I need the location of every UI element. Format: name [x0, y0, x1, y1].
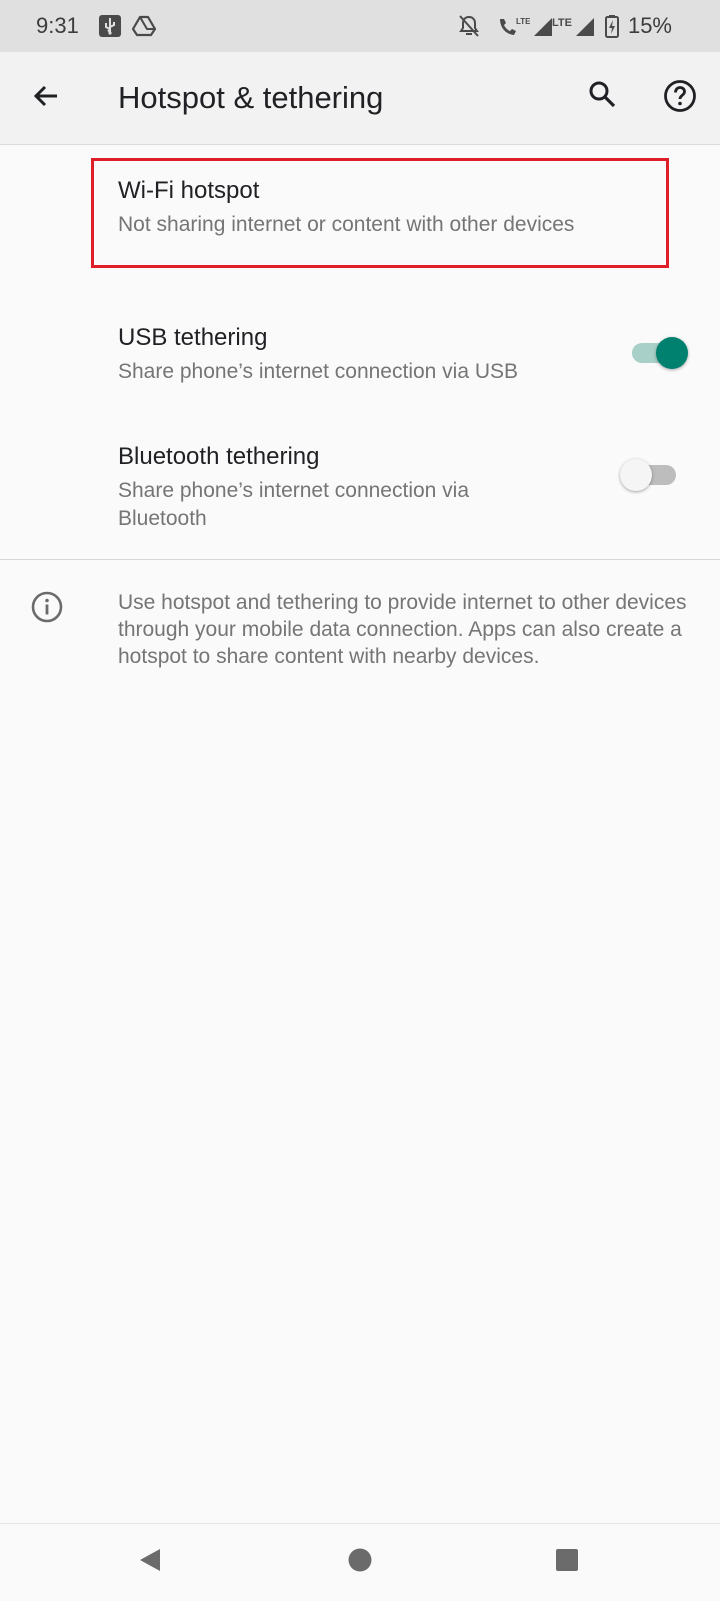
- nav-home-button[interactable]: [336, 1538, 384, 1586]
- search-icon: [587, 79, 617, 114]
- help-button[interactable]: [656, 74, 704, 122]
- bluetooth-tethering-title: Bluetooth tethering: [118, 443, 320, 470]
- bluetooth-tethering-switch[interactable]: [620, 452, 680, 496]
- usb-tethering-switch[interactable]: [628, 330, 688, 374]
- battery-charging-icon: [604, 14, 620, 38]
- help-icon: [663, 79, 697, 118]
- info-icon: [30, 590, 64, 624]
- status-bar: 9:31 LTE LTE 15%: [0, 0, 720, 52]
- highlight-box: [91, 158, 669, 268]
- notifications-off-icon: [456, 14, 482, 38]
- back-arrow-icon: [31, 81, 61, 116]
- nav-back-icon: [135, 1545, 165, 1580]
- nav-recents-icon: [553, 1546, 581, 1579]
- lte-label: LTE: [552, 17, 572, 29]
- status-time: 9:31: [36, 13, 79, 38]
- drive-icon: [131, 14, 157, 38]
- footer-info-text: Use hotspot and tethering to provide int…: [118, 591, 687, 668]
- usb-tethering-title: USB tethering: [118, 324, 268, 351]
- bluetooth-tethering-item[interactable]: Bluetooth tethering Share phone’s intern…: [0, 420, 720, 540]
- nav-recents-button[interactable]: [543, 1538, 591, 1586]
- section-divider: [0, 559, 720, 560]
- volte-label: LTE: [516, 17, 530, 26]
- page-title: Hotspot & tethering: [118, 80, 384, 115]
- signal-icon: [574, 14, 596, 38]
- back-button[interactable]: [22, 74, 70, 122]
- volte-call-icon: LTE: [496, 14, 531, 38]
- nav-back-button[interactable]: [126, 1538, 174, 1586]
- switch-thumb: [656, 337, 688, 369]
- usb-tethering-summary: Share phone’s internet connection via US…: [118, 360, 519, 383]
- navigation-bar: [0, 1523, 720, 1601]
- battery-percent: 15%: [627, 13, 672, 38]
- search-button[interactable]: [578, 72, 626, 120]
- nav-home-icon: [346, 1546, 374, 1579]
- bluetooth-tethering-summary: Share phone’s internet connection via Bl…: [118, 479, 470, 530]
- signal-lte-icon: LTE: [532, 14, 574, 38]
- app-bar: Hotspot & tethering: [0, 52, 720, 145]
- usb-debug-icon: [98, 14, 122, 38]
- switch-thumb: [620, 459, 652, 491]
- usb-tethering-item[interactable]: USB tethering Share phone’s internet con…: [0, 300, 720, 400]
